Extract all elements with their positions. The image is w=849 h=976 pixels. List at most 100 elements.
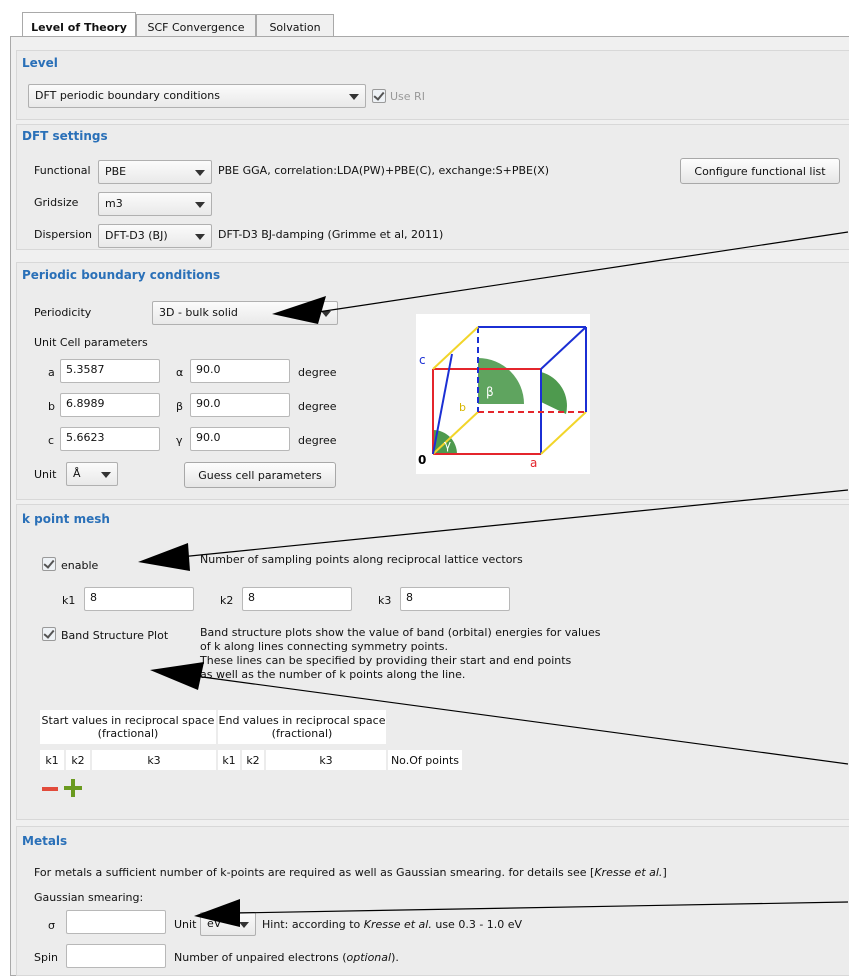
alpha-input[interactable]: 90.0 [190, 359, 290, 383]
sampling-description: Number of sampling points along reciproc… [200, 553, 523, 566]
method-select[interactable]: DFT periodic boundary conditions [28, 84, 366, 108]
periodicity-label: Periodicity [34, 306, 92, 319]
spin-description-end: ). [391, 951, 399, 964]
dispersion-description: DFT-D3 BJ-damping (Grimme et al, 2011) [218, 228, 444, 241]
functional-label: Functional [34, 164, 91, 177]
diagram-gamma-label: γ [444, 438, 451, 452]
metals-description-end: ] [662, 866, 667, 879]
band-description-line-2: of k along lines connecting symmetry poi… [200, 640, 448, 653]
chevron-down-icon [195, 202, 205, 208]
k3-input[interactable]: 8 [400, 587, 510, 611]
gamma-unit: degree [298, 434, 337, 447]
gridsize-select[interactable]: m3 [98, 192, 212, 216]
band-description-line-3: These lines can be specified by providin… [200, 654, 572, 667]
hint-text: Hint: according to [262, 918, 364, 931]
use-ri-label: Use RI [390, 90, 425, 103]
smearing-unit-select[interactable]: eV [200, 912, 256, 936]
k1-label: k1 [62, 594, 76, 607]
spin-optional: optional [346, 951, 392, 964]
enable-label: enable [61, 559, 99, 572]
diagram-alpha-label: α [544, 416, 551, 429]
method-select-value: DFT periodic boundary conditions [35, 89, 220, 102]
periodicity-select[interactable]: 3D - bulk solid [152, 301, 338, 325]
hint-reference: Kresse et al. [363, 918, 432, 931]
alpha-unit: degree [298, 366, 337, 379]
enable-checkbox[interactable] [42, 557, 56, 571]
periodicity-value: 3D - bulk solid [159, 306, 238, 319]
band-structure-checkbox[interactable] [42, 627, 56, 641]
level-title: Level [22, 56, 58, 70]
beta-unit: degree [298, 400, 337, 413]
chevron-down-icon [195, 234, 205, 240]
chevron-down-icon [101, 472, 111, 478]
dispersion-label: Dispersion [34, 228, 93, 241]
diagram-c-label: c [419, 353, 426, 367]
chevron-down-icon [239, 922, 249, 928]
c-label: c [48, 434, 55, 447]
gridsize-value: m3 [105, 197, 123, 210]
chevron-down-icon [321, 311, 331, 317]
end-values-header-line-1: End values in reciprocal space [218, 714, 386, 727]
unit-value: Å [73, 467, 81, 480]
k3-label: k3 [378, 594, 392, 607]
metals-title: Metals [22, 834, 68, 848]
band-description-line-1: Band structure plots show the value of b… [200, 626, 601, 639]
gaussian-smearing-label: Gaussian smearing: [34, 891, 144, 904]
end-values-header-line-2: (fractional) [271, 727, 333, 740]
chevron-down-icon [349, 94, 359, 100]
c-input[interactable]: 5.6623 [60, 427, 160, 451]
smearing-unit-value: eV [207, 917, 222, 930]
use-ri-checkbox[interactable] [372, 89, 386, 103]
dispersion-select[interactable]: DFT-D3 (BJ) [98, 224, 212, 248]
band-structure-label: Band Structure Plot [61, 629, 169, 642]
unit-cell-label: Unit Cell parameters [34, 336, 148, 349]
gamma-label: γ [176, 434, 183, 447]
beta-label: β [176, 400, 184, 413]
a-input[interactable]: 5.3587 [60, 359, 160, 383]
sigma-label: σ [48, 919, 55, 932]
metals-description-text: For metals a sufficient number of k-poin… [34, 866, 595, 879]
beta-input[interactable]: 90.0 [190, 393, 290, 417]
column-header-start-k3: k3 [92, 750, 216, 770]
k2-input[interactable]: 8 [242, 587, 352, 611]
functional-description: PBE GGA, correlation:LDA(PW)+PBE(C), exc… [218, 164, 550, 177]
column-header-end-k3: k3 [266, 750, 386, 770]
pbc-title: Periodic boundary conditions [22, 268, 221, 282]
dispersion-value: DFT-D3 (BJ) [105, 229, 168, 242]
add-row-button[interactable] [64, 779, 82, 797]
diagram-beta-label: β [486, 385, 494, 399]
functional-value: PBE [105, 165, 127, 178]
diagram-origin-label: 0 [418, 453, 426, 467]
configure-functional-list-button[interactable]: Configure functional list [680, 158, 840, 184]
unit-select[interactable]: Å [66, 462, 118, 486]
dft-settings-title: DFT settings [22, 129, 108, 143]
gridsize-label: Gridsize [34, 196, 79, 209]
end-values-header: End values in reciprocal space (fraction… [218, 710, 386, 744]
smearing-hint: Hint: according to Kresse et al. use 0.3… [262, 918, 522, 931]
k1-input[interactable]: 8 [84, 587, 194, 611]
column-header-end-k2: k2 [242, 750, 264, 770]
diagram-b-label: b [459, 401, 466, 414]
smearing-unit-label: Unit [174, 918, 197, 931]
b-input[interactable]: 6.8989 [60, 393, 160, 417]
start-values-header: Start values in reciprocal space (fracti… [40, 710, 216, 744]
spin-input[interactable] [66, 944, 166, 968]
sigma-input[interactable] [66, 910, 166, 934]
alpha-label: α [176, 366, 184, 379]
metals-description: For metals a sufficient number of k-poin… [34, 866, 667, 879]
spin-label: Spin [34, 951, 58, 964]
column-header-start-k1: k1 [40, 750, 64, 770]
b-label: b [48, 400, 55, 413]
spin-description: Number of unpaired electrons (optional). [174, 951, 399, 964]
unit-cell-diagram: c b a 0 γ β α [416, 314, 590, 474]
functional-select[interactable]: PBE [98, 160, 212, 184]
gamma-input[interactable]: 90.0 [190, 427, 290, 451]
remove-row-button[interactable] [42, 781, 58, 797]
minus-icon [42, 787, 58, 791]
chevron-down-icon [195, 170, 205, 176]
diagram-a-label: a [530, 456, 537, 470]
guess-cell-parameters-button[interactable]: Guess cell parameters [184, 462, 336, 488]
start-values-header-line-1: Start values in reciprocal space [41, 714, 215, 727]
column-header-end-k1: k1 [218, 750, 240, 770]
start-values-header-line-2: (fractional) [97, 727, 159, 740]
